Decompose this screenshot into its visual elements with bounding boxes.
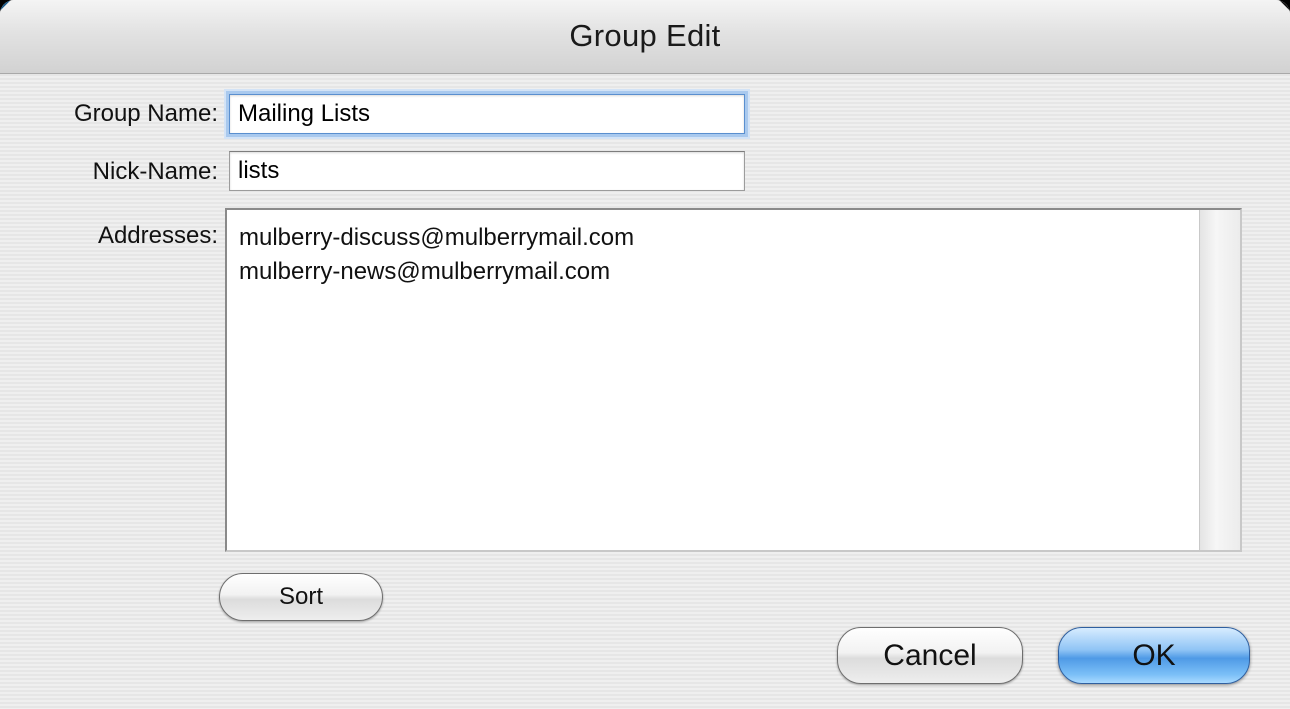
- group-edit-dialog: Group Edit Group Name: Nick-Name: Addres…: [0, 0, 1290, 709]
- title-bar-left-corner: [0, 0, 12, 12]
- address-item[interactable]: mulberry-discuss@mulberrymail.com: [239, 224, 634, 252]
- nick-name-field[interactable]: [229, 151, 745, 191]
- cancel-button[interactable]: Cancel: [837, 627, 1023, 684]
- title-bar-right-corner: [1278, 0, 1290, 12]
- sort-button[interactable]: Sort: [219, 573, 383, 621]
- addresses-label: Addresses:: [97, 222, 218, 249]
- nick-name-label: Nick-Name:: [92, 158, 218, 185]
- group-name-label: Group Name:: [73, 100, 218, 127]
- group-name-field[interactable]: [229, 94, 745, 134]
- title-bar[interactable]: Group Edit: [0, 0, 1290, 74]
- window-title: Group Edit: [569, 18, 721, 53]
- address-item[interactable]: mulberry-news@mulberrymail.com: [239, 258, 610, 286]
- addresses-list[interactable]: mulberry-discuss@mulberrymail.com mulber…: [225, 208, 1242, 552]
- addresses-scrollbar[interactable]: [1199, 210, 1240, 550]
- ok-button[interactable]: OK: [1058, 627, 1250, 684]
